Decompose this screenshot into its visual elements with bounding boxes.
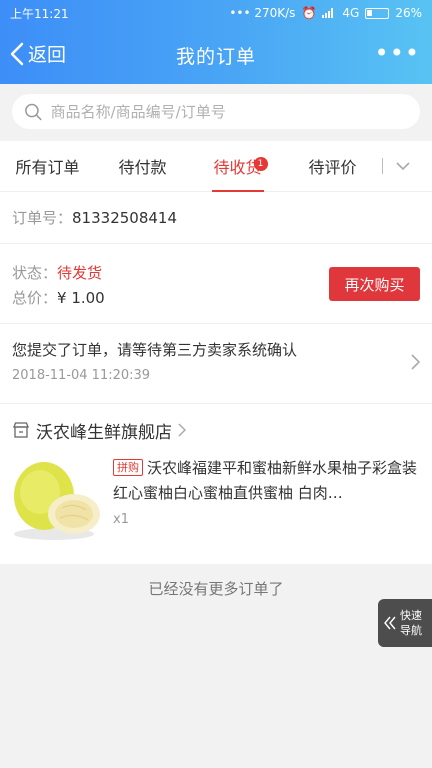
alarm-icon: ⏰ bbox=[301, 6, 317, 20]
product-image bbox=[14, 462, 100, 540]
order-timestamp: 2018-11-04 11:20:39 bbox=[12, 368, 151, 383]
shop-name: 沃农峰生鲜旗舰店 bbox=[36, 422, 172, 443]
no-more-orders-text: 已经没有更多订单了 bbox=[148, 580, 284, 598]
order-message: 您提交了订单，请等待第三方卖家系统确认 bbox=[12, 341, 298, 359]
search-input[interactable] bbox=[50, 102, 408, 121]
order-number-value: 81332508414 bbox=[72, 208, 177, 227]
tab-pending-payment[interactable]: 待付款 bbox=[95, 141, 190, 192]
status-value: 待发货 bbox=[57, 264, 103, 282]
product-quantity: x1 bbox=[113, 512, 129, 527]
more-menu-button[interactable]: ••• bbox=[375, 41, 420, 65]
back-label: 返回 bbox=[28, 44, 67, 66]
network-type: 4G bbox=[342, 6, 360, 20]
chevron-down-icon bbox=[396, 161, 410, 170]
search-bar bbox=[0, 84, 432, 140]
shop-row[interactable]: 沃农峰生鲜旗舰店 bbox=[0, 404, 432, 456]
order-message-row[interactable]: 您提交了订单，请等待第三方卖家系统确认 2018-11-04 11:20:39 bbox=[0, 324, 432, 404]
store-icon bbox=[13, 422, 29, 438]
page-title: 我的订单 bbox=[175, 45, 256, 68]
tab-all-orders[interactable]: 所有订单 bbox=[0, 141, 95, 192]
status-bar: 上午11:21 ••• 270K/s ⏰ 4G 26% bbox=[0, 0, 432, 26]
quick-nav-button[interactable]: 快速 导航 bbox=[378, 599, 432, 647]
order-status-row: 状态： 待发货 总价： ¥ 1.00 再次购买 bbox=[0, 244, 432, 324]
total-label: 总价： bbox=[12, 289, 58, 307]
group-buy-tag: 拼购 bbox=[113, 459, 143, 476]
app-header: 上午11:21 ••• 270K/s ⏰ 4G 26% 返回 我的订单 ••• bbox=[0, 0, 432, 84]
chevron-left-icon bbox=[10, 42, 24, 65]
double-chevron-left-icon bbox=[384, 616, 396, 630]
rebuy-button[interactable]: 再次购买 bbox=[329, 267, 420, 301]
product-title-text: 沃农峰福建平和蜜柚新鲜水果柚子彩盒装 红心蜜柚白心蜜柚直供蜜柚 白肉… bbox=[113, 459, 418, 502]
tab-pending-review[interactable]: 待评价 bbox=[285, 141, 380, 192]
search-icon bbox=[25, 103, 42, 120]
tab-label-wrap: 待收货 1 bbox=[213, 154, 268, 178]
tab-pending-receipt[interactable]: 待收货 1 bbox=[190, 141, 285, 192]
battery-level: 26% bbox=[395, 6, 422, 20]
product-title: 拼购 沃农峰福建平和蜜柚新鲜水果柚子彩盒装 红心蜜柚白心蜜柚直供蜜柚 白肉… bbox=[113, 456, 421, 506]
tab-label: 所有订单 bbox=[15, 158, 80, 177]
order-card: 订单号： 81332508414 状态： 待发货 总价： ¥ 1.00 再次购买… bbox=[0, 192, 432, 564]
nav-bar: 返回 我的订单 ••• bbox=[0, 26, 432, 84]
order-number-label: 订单号： bbox=[12, 209, 73, 227]
status-time: 上午11:21 bbox=[10, 6, 69, 21]
status-label: 状态： bbox=[12, 264, 58, 282]
quick-nav-line2: 导航 bbox=[400, 624, 422, 637]
status-indicators: ••• 270K/s ⏰ 4G 26% bbox=[229, 6, 422, 20]
network-speed: ••• 270K/s bbox=[229, 6, 296, 20]
expand-tabs-button[interactable] bbox=[383, 141, 423, 192]
total-value: ¥ 1.00 bbox=[57, 288, 105, 307]
count-badge: 1 bbox=[253, 157, 268, 171]
search-box[interactable] bbox=[12, 94, 420, 129]
chevron-right-icon bbox=[411, 354, 420, 370]
quick-nav-label: 快速 导航 bbox=[400, 608, 426, 638]
order-tabs: 所有订单 待付款 待收货 1 待评价 bbox=[0, 141, 432, 192]
back-button[interactable]: 返回 bbox=[10, 40, 66, 67]
order-number-row: 订单号： 81332508414 bbox=[0, 192, 432, 244]
tab-label: 待付款 bbox=[118, 158, 167, 177]
battery-icon bbox=[365, 7, 390, 19]
signal-icon bbox=[322, 8, 334, 18]
quick-nav-line1: 快速 bbox=[400, 609, 422, 622]
chevron-right-icon bbox=[178, 423, 186, 437]
tab-label: 待评价 bbox=[308, 158, 357, 177]
order-item[interactable]: 拼购 沃农峰福建平和蜜柚新鲜水果柚子彩盒装 红心蜜柚白心蜜柚直供蜜柚 白肉… x1 bbox=[0, 456, 432, 564]
